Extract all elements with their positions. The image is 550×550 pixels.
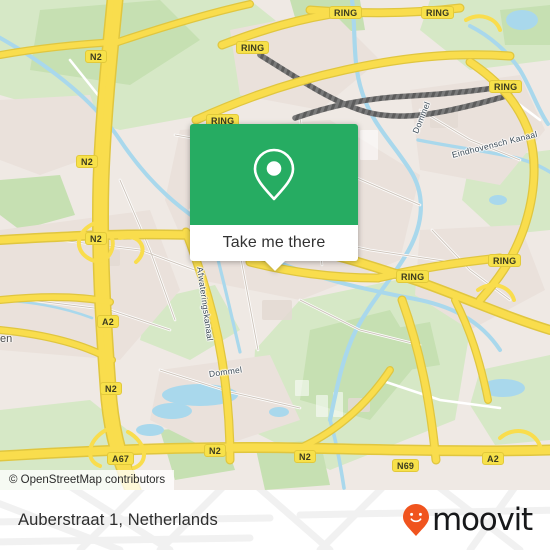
location-popup[interactable]: Take me there [190,124,358,271]
moovit-smiley-pin-icon [402,504,429,536]
road-shield: RING [236,41,270,54]
road-shield: N2 [294,450,316,463]
road-shield: N69 [392,459,420,472]
map-attribution[interactable]: © OpenStreetMap contributors [0,470,175,490]
map-canvas[interactable]: RING RING RING N2 RING RING N2 N2 RING R… [0,0,550,490]
road-shield: RING [421,6,455,19]
map-pin-icon [253,148,295,201]
road-shield: N2 [76,155,98,168]
road-shield: N2 [85,50,107,63]
road-shield: A2 [97,315,119,328]
page-title: Auberstraat 1, Netherlands [18,490,218,550]
moovit-brand[interactable]: moovit [402,490,533,550]
road-shield: A67 [107,452,135,465]
road-shield: RING [396,270,430,283]
popup-header [190,124,358,225]
road-shield: N2 [204,444,226,457]
road-shield: RING [489,80,523,93]
popup-tail [264,260,286,271]
page-title-text: Auberstraat 1, Netherlands [18,510,218,529]
road-shield: N2 [85,232,107,245]
footer-bar: Auberstraat 1, Netherlands moovit [0,490,550,550]
road-shield: N2 [100,382,122,395]
app-root: RING RING RING N2 RING RING N2 N2 RING R… [0,0,550,550]
popup-action[interactable]: Take me there [190,225,358,261]
moovit-wordmark: moovit [431,501,533,538]
popup-action-label: Take me there [222,234,326,251]
place-label: en [0,333,13,345]
road-shield: RING [329,6,363,19]
road-shield: RING [488,254,522,267]
road-shield: A2 [482,452,504,465]
